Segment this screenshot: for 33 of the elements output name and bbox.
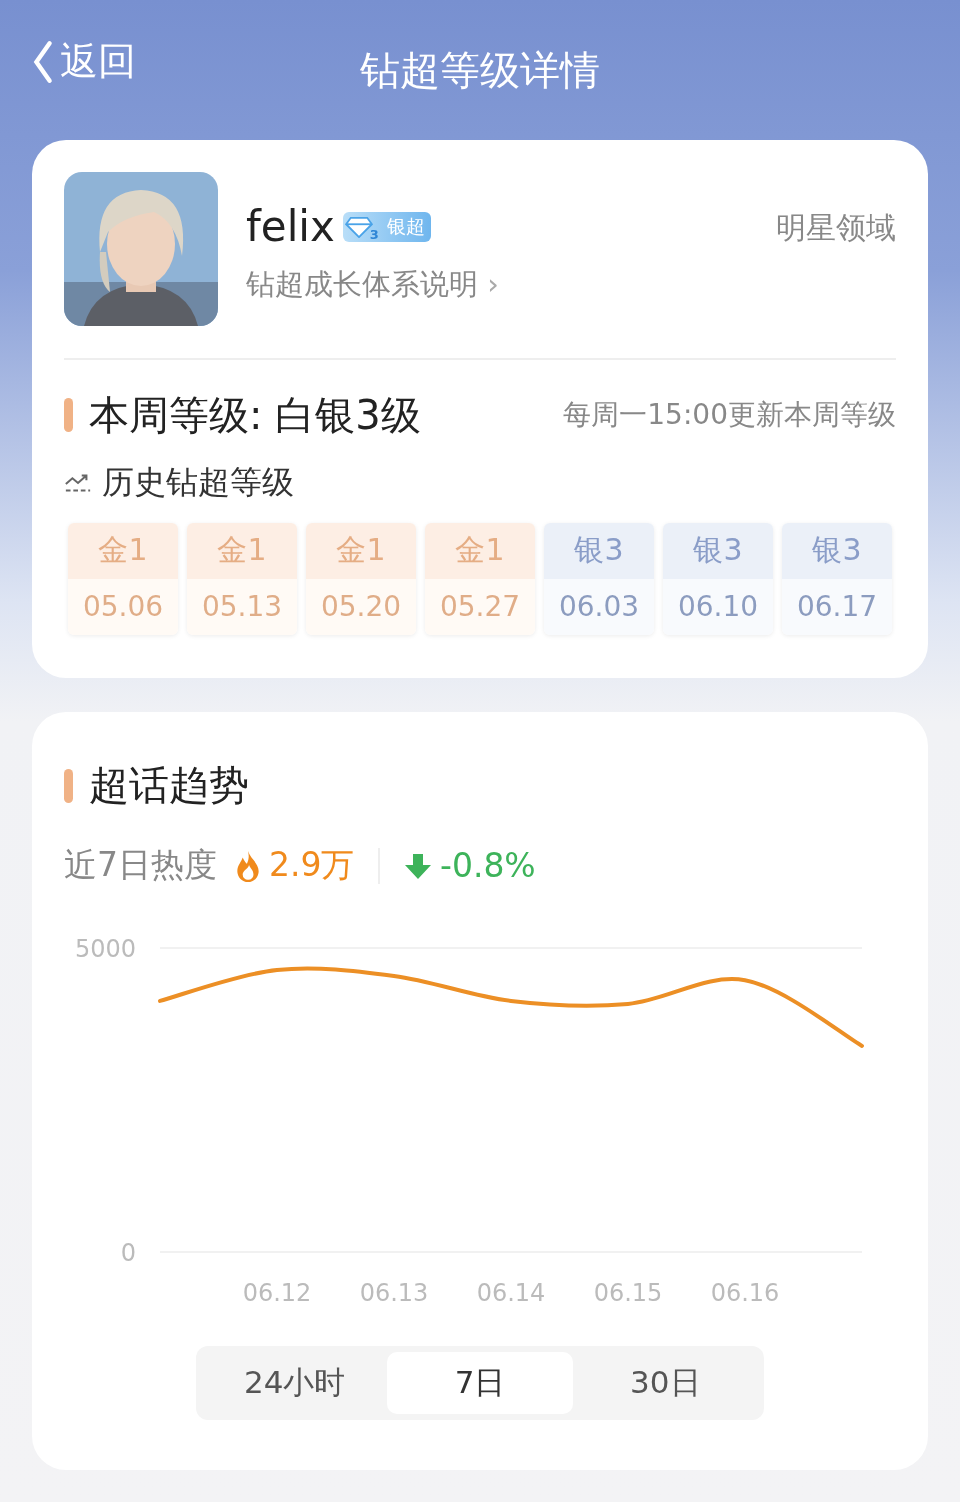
- level-history-cell: 金1 05.06: [68, 522, 178, 635]
- range-tab[interactable]: 30日: [572, 1352, 758, 1414]
- level-history-cell: 金1 05.13: [187, 522, 297, 635]
- user-name: felix: [246, 202, 335, 251]
- section-title: 本周等级: 白银3级: [89, 390, 421, 440]
- x-axis-label: 06.13: [359, 1279, 429, 1307]
- history-title: 历史钻超等级: [102, 461, 294, 503]
- x-axis-label: 06.14: [476, 1279, 546, 1307]
- level-history-cell: 银3 06.03: [544, 522, 654, 635]
- domain-label: 明星领域: [776, 209, 896, 247]
- flame-icon: [235, 849, 261, 882]
- y-axis-label: 5000: [74, 935, 136, 963]
- range-tab[interactable]: 7日: [387, 1352, 573, 1414]
- heat-value: 2.9万: [269, 844, 355, 886]
- x-axis-label: 06.15: [593, 1279, 663, 1307]
- down-arrow-icon: [404, 851, 432, 880]
- accent-bar: [64, 768, 73, 803]
- heat-label: 近7日热度: [64, 844, 217, 886]
- x-axis-label: 06.16: [710, 1279, 780, 1307]
- change-value: -0.8%: [440, 846, 536, 885]
- level-history-cell: 金1 05.20: [306, 522, 416, 635]
- accent-bar: [64, 398, 73, 432]
- update-note: 每周一15:00更新本周等级: [563, 397, 896, 433]
- page-title: 钻超等级详情: [360, 45, 600, 95]
- section-title: 超话趋势: [89, 761, 249, 810]
- x-axis-label: 06.12: [242, 1279, 312, 1307]
- growth-system-link[interactable]: 钻超成长体系说明 ›: [246, 265, 776, 305]
- level-history-cell: 金1 05.27: [425, 522, 535, 635]
- range-tab[interactable]: 24小时: [202, 1352, 388, 1414]
- level-badge: 3 银超: [342, 211, 431, 242]
- level-history-cell: 银3 06.17: [782, 522, 892, 635]
- y-axis-label: 0: [120, 1239, 136, 1267]
- level-history-cell: 银3 06.10: [663, 522, 773, 635]
